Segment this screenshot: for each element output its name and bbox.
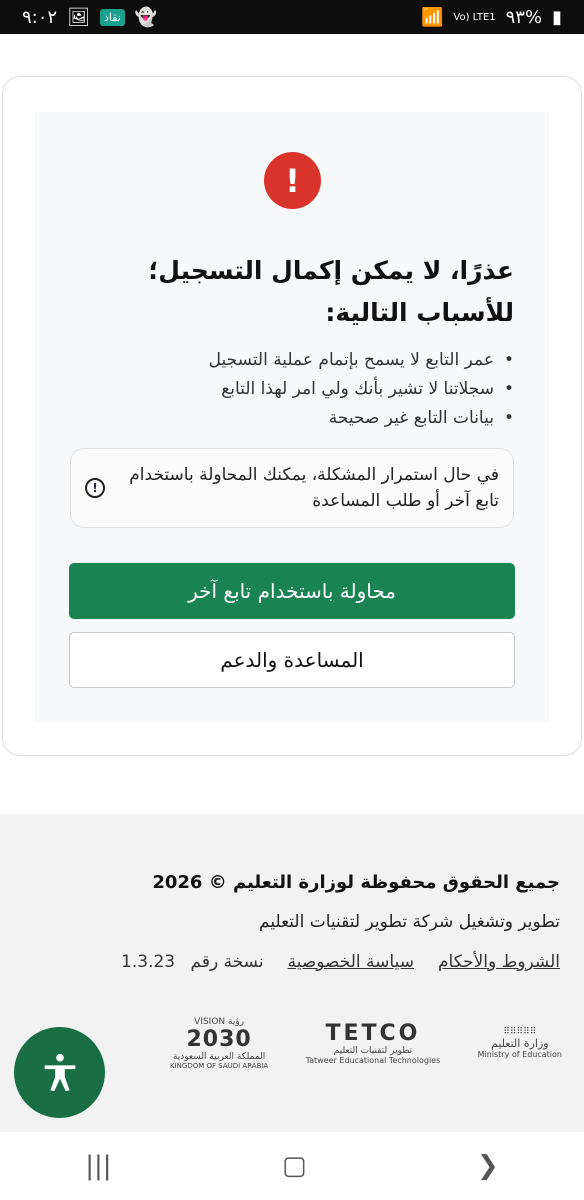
reasons-list: عمر التابع لا يسمح بإتمام عملية التسجيل … (94, 346, 514, 433)
tetco-logo: TETCO تطوير لتقنيات التعليم Tatweer Educ… (305, 1021, 441, 1065)
help-button[interactable]: المساعدة والدعم (69, 632, 515, 688)
terms-link[interactable]: الشروط والأحكام (438, 952, 560, 972)
status-left: ٩:٠٢ 🖼 نقاذ 👻 (22, 7, 157, 28)
version-text: نسخة رقم 1.3.23 (121, 952, 264, 972)
version-label: نسخة رقم (190, 952, 264, 972)
accessibility-button[interactable] (14, 1027, 105, 1118)
copyright-text: جميع الحقوق محفوظة لوزارة التعليم © 2026 (152, 872, 560, 893)
privacy-link[interactable]: سياسة الخصوصية (288, 952, 414, 972)
snapchat-icon: 👻 (134, 6, 158, 28)
reason-item: سجلاتنا لا تشير بأنك ولي امر لهذا التابع (94, 375, 514, 404)
info-icon: ! (85, 478, 105, 498)
home-icon[interactable]: ▢ (282, 1151, 307, 1181)
gallery-icon: 🖼 (67, 6, 90, 28)
clock: ٩:٠٢ (22, 6, 58, 28)
version-number: 1.3.23 (121, 952, 176, 972)
wifi-icon: 📶 (420, 6, 444, 28)
error-icon: ! (264, 152, 321, 209)
error-title: عذرًا، لا يمكن إكمال التسجيل؛ للأسباب ال… (148, 256, 514, 327)
battery-icon: ▮ (552, 6, 562, 28)
recent-apps-icon[interactable]: ||| (85, 1151, 111, 1181)
android-nav-bar: ||| ▢ ❯ (0, 1132, 584, 1200)
reason-item: بيانات التابع غير صحيحة (94, 404, 514, 433)
note-text: في حال استمرار المشكلة، يمكنك المحاولة ب… (129, 465, 499, 511)
status-right: 📶 Vo) LTE1 ٩٣% ▮ (421, 7, 562, 28)
help-note: في حال استمرار المشكلة، يمكنك المحاولة ب… (70, 448, 514, 528)
back-icon[interactable]: ❯ (477, 1151, 499, 1181)
reason-item: عمر التابع لا يسمح بإتمام عملية التسجيل (94, 346, 514, 375)
battery-percent: ٩٣% (505, 6, 543, 28)
status-bar: ٩:٠٢ 🖼 نقاذ 👻 📶 Vo) LTE1 ٩٣% ▮ (0, 0, 584, 34)
partner-logos: VISION رؤية 2030 المملكة العربية السعودي… (170, 1010, 562, 1076)
retry-button[interactable]: محاولة باستخدام تابع آخر (69, 563, 515, 619)
developer-text: تطوير وتشغيل شركة تطوير لتقنيات التعليم (259, 912, 560, 932)
app-badge: نقاذ (99, 8, 125, 26)
network-label: Vo) LTE1 (453, 11, 496, 23)
ministry-pattern-icon: ⠿⠿⠿⠿⠿ (503, 1027, 537, 1037)
accessibility-icon (44, 1053, 75, 1091)
vision-2030-logo: VISION رؤية 2030 المملكة العربية السعودي… (170, 1016, 269, 1070)
ministry-logo: ⠿⠿⠿⠿⠿ وزارة التعليم Ministry of Educatio… (477, 1027, 562, 1059)
footer-links: الشروط والأحكام سياسة الخصوصية نسخة رقم … (121, 952, 560, 972)
